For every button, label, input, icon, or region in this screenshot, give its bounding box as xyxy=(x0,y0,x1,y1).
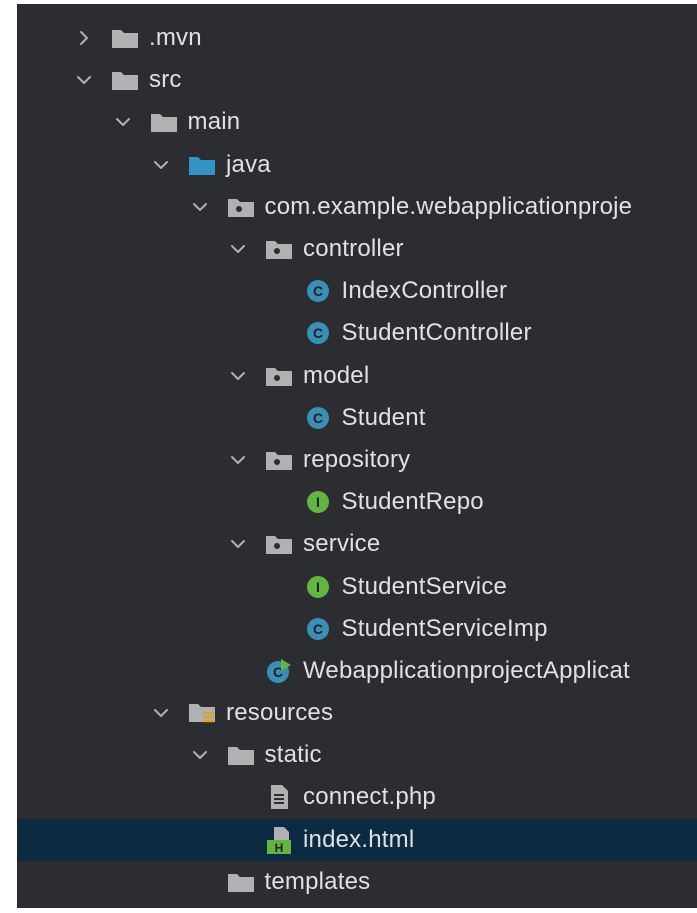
tree-node[interactable]: src xyxy=(17,59,697,101)
outer-left-margin xyxy=(0,0,17,913)
svg-text:C: C xyxy=(312,621,322,637)
tree-node-label: java xyxy=(226,150,271,178)
tree-node-label: StudentRepo xyxy=(341,488,484,516)
tree-node[interactable]: controller xyxy=(17,228,697,270)
tree-node[interactable]: java xyxy=(17,144,697,186)
svg-text:I: I xyxy=(316,579,320,595)
svg-text:C: C xyxy=(312,410,322,426)
tree-node[interactable]: templates xyxy=(17,861,697,903)
chevron-down-icon[interactable] xyxy=(227,449,249,471)
tree-node[interactable]: C StudentServiceImp xyxy=(17,608,697,650)
package-icon xyxy=(227,195,255,219)
tree-node[interactable]: resources xyxy=(17,692,697,734)
folder-icon xyxy=(227,870,255,894)
tree-node-label: model xyxy=(303,361,370,389)
tree-node-label: src xyxy=(149,66,182,94)
project-tool-window: .mvn src main java com.example.webapplicatio… xyxy=(17,0,697,908)
chevron-down-icon[interactable] xyxy=(189,196,211,218)
tree-node-label: controller xyxy=(303,235,404,263)
tree-node-label: repository xyxy=(303,445,411,473)
svg-text:C: C xyxy=(312,325,322,341)
interface-icon: I xyxy=(304,575,332,599)
chevron-down-icon[interactable] xyxy=(73,69,95,91)
tree-node-label: resources xyxy=(226,699,334,727)
outer-top-margin xyxy=(0,0,697,4)
tree-node-label: StudentController xyxy=(341,319,532,347)
tree-node-label: main xyxy=(187,108,241,136)
source-folder-icon xyxy=(188,153,216,177)
tree-node[interactable]: main xyxy=(17,101,697,143)
html-file-icon: H xyxy=(265,826,293,854)
tree-node-label: StudentService xyxy=(341,572,508,600)
class-icon: C xyxy=(304,279,332,303)
chevron-right-icon[interactable] xyxy=(73,27,95,49)
tree-node-label: Student xyxy=(341,403,426,431)
svg-text:H: H xyxy=(275,841,284,854)
tree-node-label: templates xyxy=(264,867,371,895)
tree-node[interactable]: .mvn xyxy=(17,17,697,59)
tree-node-label: .mvn xyxy=(149,24,202,52)
folder-icon xyxy=(150,110,178,134)
tree-node-label: service xyxy=(303,530,381,558)
tree-node[interactable]: C StudentController xyxy=(17,312,697,354)
svg-text:C: C xyxy=(312,283,322,299)
tree-node[interactable]: connect.php xyxy=(17,776,697,818)
text-file-icon xyxy=(265,785,293,810)
spring-boot-class-icon: C xyxy=(265,658,293,683)
tree-node[interactable]: C WebapplicationprojectApplicat xyxy=(17,650,697,692)
tree-node[interactable]: I StudentRepo xyxy=(17,481,697,523)
class-icon: C xyxy=(304,321,332,345)
project-tree: .mvn src main java com.example.webapplicatio… xyxy=(17,17,697,903)
tree-node-label: WebapplicationprojectApplicat xyxy=(303,656,630,684)
tree-node[interactable]: C IndexController xyxy=(17,270,697,312)
chevron-down-icon[interactable] xyxy=(112,111,134,133)
chevron-down-icon[interactable] xyxy=(227,533,249,555)
interface-icon: I xyxy=(304,490,332,514)
package-icon xyxy=(265,237,293,261)
tree-node[interactable]: com.example.webapplicationproje xyxy=(17,186,697,228)
tree-node[interactable]: service xyxy=(17,523,697,565)
chevron-down-icon[interactable] xyxy=(227,365,249,387)
chevron-down-icon[interactable] xyxy=(150,702,172,724)
tree-node-label: IndexController xyxy=(341,277,508,305)
svg-text:I: I xyxy=(316,494,320,510)
resources-folder-icon xyxy=(188,701,216,725)
tree-node-label: connect.php xyxy=(303,783,436,811)
package-icon xyxy=(265,448,293,472)
class-icon: C xyxy=(304,617,332,641)
tree-node[interactable]: I StudentService xyxy=(17,565,697,607)
tree-node-label: static xyxy=(264,741,322,769)
tree-node-label: StudentServiceImp xyxy=(341,614,548,642)
tree-node-label: com.example.webapplicationproje xyxy=(264,192,633,220)
package-icon xyxy=(265,364,293,388)
chevron-down-icon[interactable] xyxy=(189,744,211,766)
tree-node-label: index.html xyxy=(303,825,415,853)
tree-node[interactable]: Hindex.html xyxy=(17,818,697,861)
tree-node[interactable]: repository xyxy=(17,439,697,481)
package-icon xyxy=(265,532,293,556)
tree-node[interactable]: model xyxy=(17,355,697,397)
chevron-down-icon[interactable] xyxy=(150,154,172,176)
tree-node[interactable]: C Student xyxy=(17,397,697,439)
chevron-down-icon[interactable] xyxy=(227,238,249,260)
folder-icon xyxy=(227,743,255,767)
folder-icon xyxy=(111,68,139,92)
folder-icon xyxy=(111,26,139,50)
tree-node[interactable]: static xyxy=(17,734,697,776)
class-icon: C xyxy=(304,406,332,430)
